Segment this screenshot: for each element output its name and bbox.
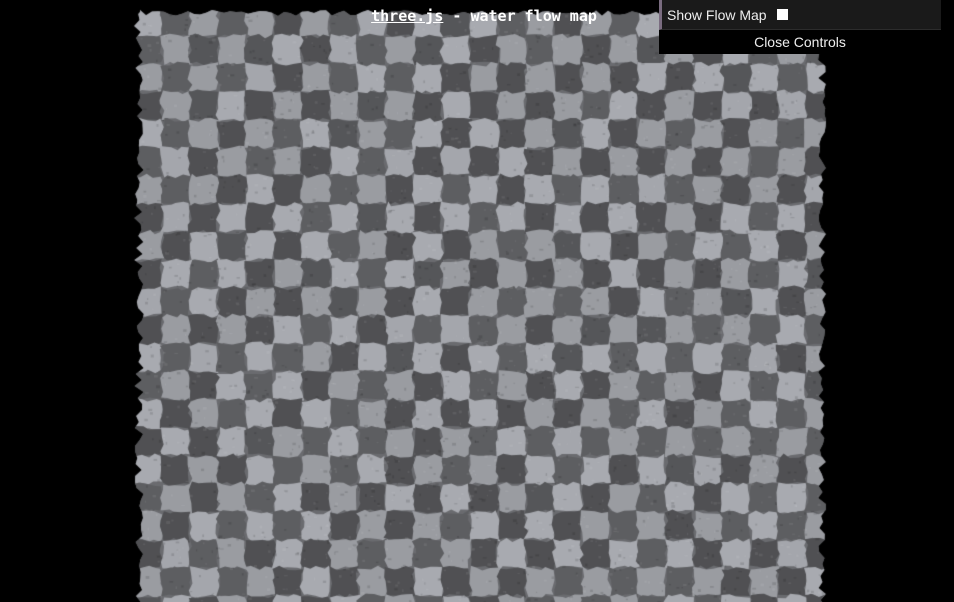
show-flow-map-label: Show Flow Map xyxy=(667,6,767,23)
close-controls-button[interactable]: Close Controls xyxy=(659,30,941,54)
threejs-link[interactable]: three.js xyxy=(371,7,443,25)
controls-panel: Show Flow Map Close Controls xyxy=(659,0,941,54)
webgl-viewport[interactable]: three.js - water flow map Show Flow Map … xyxy=(0,0,954,602)
show-flow-map-controller[interactable]: Show Flow Map xyxy=(659,0,941,30)
water-flow-canvas[interactable] xyxy=(0,0,954,602)
show-flow-map-checkbox[interactable] xyxy=(776,9,788,20)
